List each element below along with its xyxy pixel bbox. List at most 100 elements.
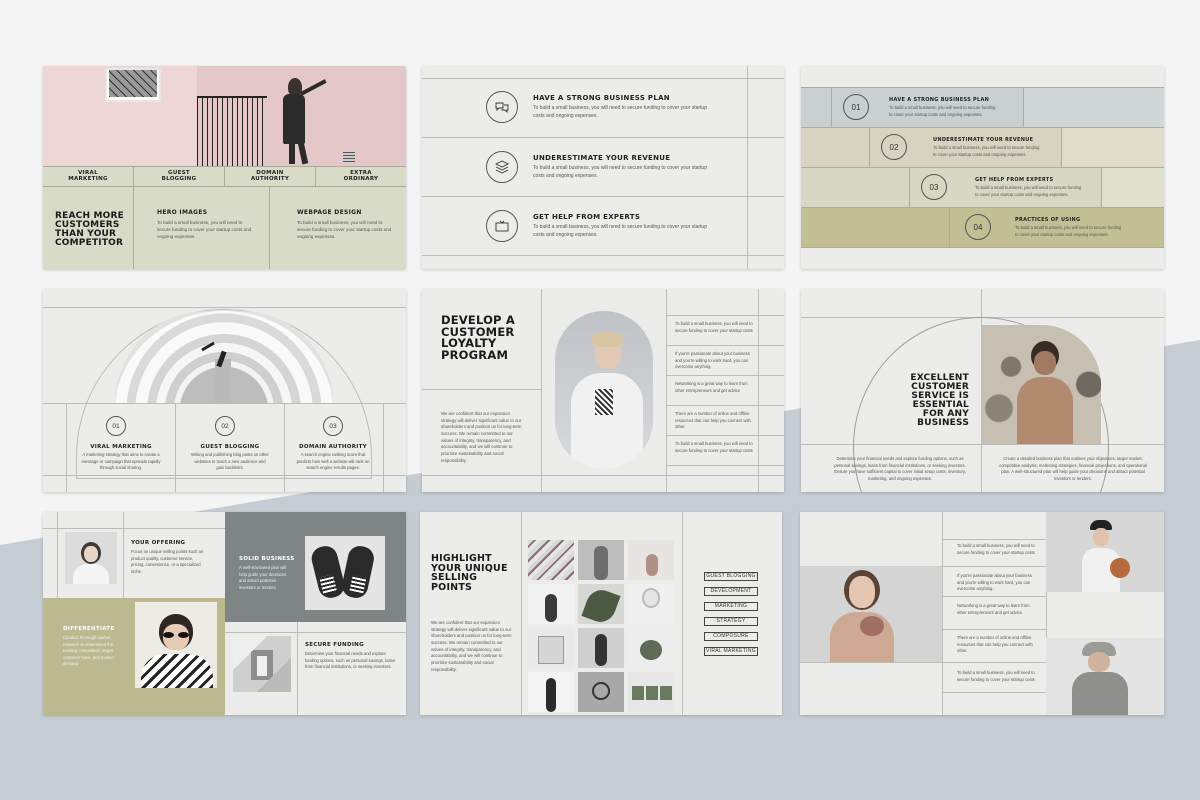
list-item: Networking is a great way to learn from … (957, 603, 1030, 615)
step-number: 02 (881, 134, 907, 160)
col-heading-webpage-design: WEBPAGE DESIGN (297, 209, 362, 216)
list-item: If you're passionate about your business… (675, 351, 750, 369)
hero-photo (43, 66, 406, 166)
block-heading: DIFFERENTIATE (63, 626, 115, 632)
left-body: Determine your financial needs and explo… (834, 456, 966, 481)
step-body: To build a small business, you will need… (933, 145, 1040, 157)
grid-photo (628, 540, 674, 580)
column-body: A marketing strategy that aims to create… (81, 452, 161, 470)
step-heading: GET HELP FROM EXPERTS (975, 177, 1054, 183)
list-item: There are a number of online and offline… (675, 411, 751, 429)
tag-viral-marketing[interactable]: VIRAL MARKETING (704, 647, 758, 656)
portrait-photo (981, 325, 1101, 444)
row-heading: HAVE A STRONG BUSINESS PLAN (533, 94, 670, 102)
step-number: 03 (921, 174, 947, 200)
row-body: To build a small business, you will need… (533, 165, 707, 179)
slide-business-plan-list[interactable]: HAVE A STRONG BUSINESS PLAN To build a s… (422, 66, 784, 269)
grid-photo (528, 672, 574, 712)
list-item: If you're passionate about your business… (957, 573, 1032, 591)
slide-arch-columns[interactable]: 01 02 03 VIRAL MARKETING A marketing str… (43, 289, 406, 492)
list-item: To build a small business, you will need… (957, 543, 1035, 555)
col-heading-hero-images: HERO IMAGES (157, 209, 208, 216)
list-item: To build a small business, you will need… (957, 670, 1035, 682)
step-heading: UNDERESTIMATE YOUR REVENUE (933, 137, 1034, 143)
column-heading: VIRAL MARKETING (90, 444, 152, 450)
column-number: 03 (323, 416, 343, 436)
tv-icon (486, 210, 518, 242)
tab-extra-ordinary[interactable]: EXTRA ORDINARY (336, 170, 386, 182)
row-body: To build a small business, you will need… (533, 224, 707, 238)
photo-woman-cap-basketball (1046, 512, 1164, 592)
slide-title: HIGHLIGHT YOUR UNIQUE SELLING POINTS (431, 553, 508, 593)
right-body: Create a detailed business plan that out… (999, 456, 1147, 481)
grid-photo (578, 540, 624, 580)
block-heading: SOLID BUSINESS (239, 556, 295, 562)
slide-customer-service[interactable]: EXCELLENT CUSTOMER SERVICE IS ESSENTIAL … (801, 289, 1164, 492)
tab-domain-authority[interactable]: DOMAIN AUTHORITY (245, 170, 295, 182)
step-heading: HAVE A STRONG BUSINESS PLAN (889, 97, 990, 103)
layers-icon (486, 151, 518, 183)
grid-photo (528, 584, 574, 624)
slide-body: We are confident that our expansion stra… (431, 620, 512, 672)
column-body: Writing and publishing blog posts on oth… (191, 452, 269, 470)
row-heading: UNDERESTIMATE YOUR REVENUE (533, 154, 671, 162)
slide-offering-grid[interactable]: YOUR OFFERING Focus on unique selling po… (43, 512, 406, 715)
arch-photo (115, 311, 333, 403)
grid-photo (628, 584, 674, 624)
photo-woman-portrait (800, 566, 942, 662)
tag-strategy[interactable]: STRATEGY (704, 617, 758, 626)
column-body: A search engine ranking score that predi… (296, 452, 370, 470)
photo-woman-smiling (65, 532, 117, 584)
tab-guest-blogging[interactable]: GUEST BLOGGING (154, 170, 204, 182)
slide-steps[interactable]: 01 HAVE A STRONG BUSINESS PLAN To build … (801, 66, 1164, 269)
step-number: 01 (843, 94, 869, 120)
slide-photo-list[interactable]: To build a small business, you will need… (800, 512, 1164, 715)
tab-viral-marketing[interactable]: VIRAL MARKETING (63, 170, 113, 182)
block-heading: SECURE FUNDING (305, 642, 364, 648)
block-body: A well-structured plan will help guide y… (239, 565, 287, 590)
tag-guest-blogging[interactable]: GUEST BLOGGING (704, 572, 758, 581)
list-item: There are a number of online and offline… (957, 635, 1033, 653)
tag-development[interactable]: DEVELOPMENT (704, 587, 758, 596)
step-body: To build a small business, you will need… (975, 185, 1082, 197)
photo-man-bucket-hat (1046, 638, 1164, 715)
list-item: Networking is a great way to learn from … (675, 381, 748, 393)
grid-photo (578, 672, 624, 712)
block-body: Focus on unique selling points such as p… (131, 549, 203, 574)
column-heading: DOMAIN AUTHORITY (299, 444, 367, 450)
slide-title: REACH MORE CUSTOMERS THAN YOUR COMPETITO… (55, 211, 124, 248)
block-body: Determine your financial needs and explo… (305, 651, 396, 669)
iron-railing (197, 96, 267, 166)
block-heading: YOUR OFFERING (131, 540, 186, 546)
step-body: To build a small business, you will need… (1015, 225, 1122, 237)
slide-customer-loyalty[interactable]: DEVELOP A CUSTOMER LOYALTY PROGRAM We ar… (422, 289, 784, 492)
chat-bubbles-icon (486, 91, 518, 123)
slide-title: DEVELOP A CUSTOMER LOYALTY PROGRAM (441, 313, 515, 362)
step-heading: PRACTICES OF USING (1015, 217, 1081, 223)
step-number: 04 (965, 214, 991, 240)
slide-title: EXCELLENT CUSTOMER SERVICE IS ESSENTIAL … (910, 373, 969, 428)
photo-grid (528, 540, 678, 715)
tag-composure[interactable]: COMPOSURE (704, 632, 758, 641)
row-body: To build a small business, you will need… (533, 105, 707, 119)
list-item: To build a small business, you will need… (675, 441, 753, 453)
portrait-photo (555, 311, 653, 469)
col-body: To build a small business, you will need… (297, 220, 392, 240)
row-heading: GET HELP FROM EXPERTS (533, 213, 641, 221)
column-heading: GUEST BLOGGING (200, 444, 260, 450)
grid-photo (528, 628, 574, 668)
grid-photo (528, 540, 574, 580)
tag-marketing[interactable]: MARKETING (704, 602, 758, 611)
slide-unique-selling-points[interactable]: HIGHLIGHT YOUR UNIQUE SELLING POINTS We … (420, 512, 782, 715)
slide-reach-more-customers[interactable]: VIRAL MARKETING GUEST BLOGGING DOMAIN AU… (43, 66, 406, 269)
column-number: 01 (106, 416, 126, 436)
photo-woman-sunglasses (135, 602, 217, 688)
grid-photo (578, 584, 624, 624)
block-body: Conduct thorough market research to unde… (63, 635, 114, 666)
grid-photo (628, 628, 674, 668)
column-number: 02 (215, 416, 235, 436)
photo-sneakers (305, 536, 385, 610)
slide-body: We are confident that our expansion stra… (441, 411, 522, 463)
grid-photo (578, 628, 624, 668)
col-body: To build a small business, you will need… (157, 220, 252, 240)
